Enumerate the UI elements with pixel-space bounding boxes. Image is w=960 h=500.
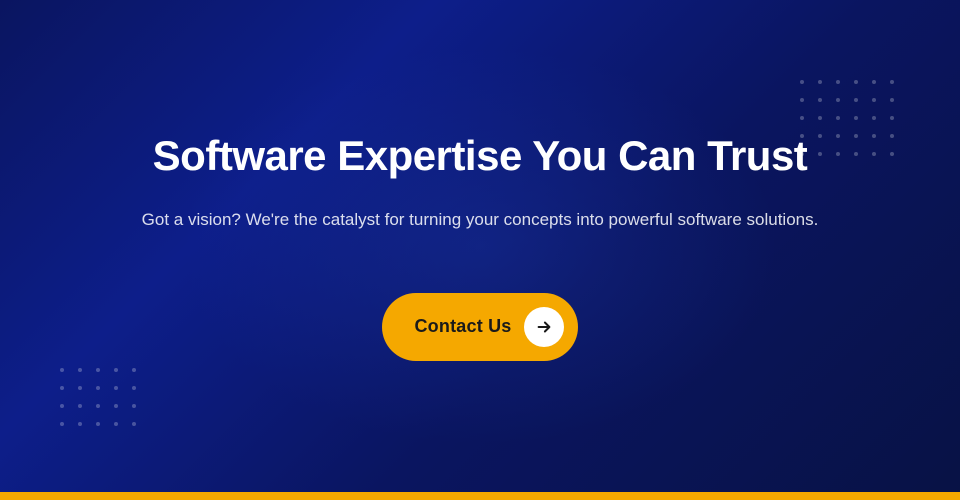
dot	[872, 116, 876, 120]
dot	[818, 98, 822, 102]
dot	[800, 98, 804, 102]
dot	[60, 422, 64, 426]
dot	[818, 134, 822, 138]
dot	[890, 152, 894, 156]
dot	[836, 80, 840, 84]
hero-title: Software Expertise You Can Trust	[142, 131, 819, 181]
page-wrapper: Software Expertise You Can Trust Got a v…	[0, 0, 960, 500]
dot	[890, 98, 894, 102]
dot	[114, 368, 118, 372]
dot	[96, 422, 100, 426]
dot	[114, 404, 118, 408]
dot	[78, 422, 82, 426]
dot	[890, 80, 894, 84]
cta-arrow-circle	[524, 307, 564, 347]
dot	[78, 368, 82, 372]
dot	[872, 134, 876, 138]
dot	[818, 116, 822, 120]
contact-us-button[interactable]: Contact Us	[382, 293, 577, 361]
dot	[854, 98, 858, 102]
dot	[114, 422, 118, 426]
dot	[132, 386, 136, 390]
dot	[854, 80, 858, 84]
dot	[60, 368, 64, 372]
dot	[836, 152, 840, 156]
hero-content: Software Expertise You Can Trust Got a v…	[142, 131, 819, 361]
dot	[854, 134, 858, 138]
dot	[872, 152, 876, 156]
dots-bottom-left	[60, 368, 142, 432]
dot	[854, 152, 858, 156]
dot	[872, 98, 876, 102]
dot	[872, 80, 876, 84]
dot	[132, 404, 136, 408]
dot	[96, 386, 100, 390]
bottom-bar	[0, 492, 960, 500]
dot	[854, 116, 858, 120]
dot	[96, 368, 100, 372]
hero-subtitle: Got a vision? We're the catalyst for tur…	[142, 206, 819, 233]
dot	[800, 116, 804, 120]
dot	[836, 134, 840, 138]
dot	[890, 116, 894, 120]
dot	[836, 98, 840, 102]
cta-button-label: Contact Us	[414, 316, 511, 337]
dot	[78, 386, 82, 390]
dot	[96, 404, 100, 408]
dot	[114, 386, 118, 390]
dot	[818, 80, 822, 84]
dot	[60, 404, 64, 408]
dot	[132, 368, 136, 372]
dot	[890, 134, 894, 138]
dot	[818, 152, 822, 156]
arrow-right-icon	[535, 318, 553, 336]
dot	[836, 116, 840, 120]
dot	[132, 422, 136, 426]
dot	[60, 386, 64, 390]
dot	[78, 404, 82, 408]
dot	[800, 80, 804, 84]
hero-section: Software Expertise You Can Trust Got a v…	[0, 0, 960, 492]
